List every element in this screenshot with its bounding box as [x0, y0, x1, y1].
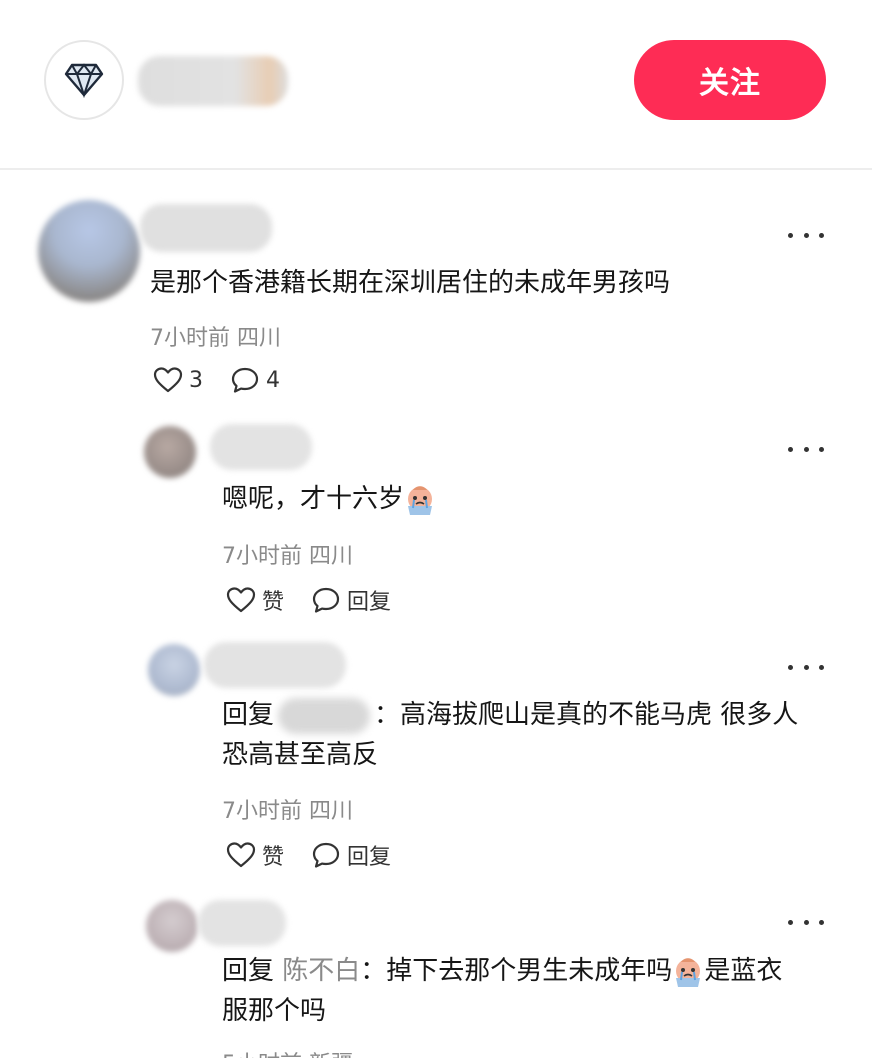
- follow-button[interactable]: 关注: [634, 40, 826, 120]
- reply-avatar[interactable]: [144, 426, 196, 478]
- reply-text-line2: 服那个吗: [222, 996, 327, 1026]
- reply-target-blurred: [278, 697, 371, 734]
- reply-avatar[interactable]: [148, 644, 200, 696]
- reply-location: 四川: [309, 799, 354, 824]
- comment-bubble-icon: [312, 842, 340, 868]
- reply-text-line2: 恐高甚至高反: [222, 740, 379, 770]
- reply-meta-partial: 5小时前 新疆: [222, 1046, 353, 1058]
- more-options-icon[interactable]: [788, 443, 824, 455]
- like-button[interactable]: 3: [153, 366, 203, 394]
- more-options-icon[interactable]: [788, 661, 824, 673]
- reply-count: 4: [266, 367, 280, 393]
- comment-text: 是那个香港籍长期在深圳居住的未成年男孩吗: [150, 268, 671, 298]
- reply-avatar[interactable]: [146, 900, 198, 952]
- heart-icon: [153, 367, 183, 393]
- author-name-blurred: [138, 56, 288, 106]
- reply-meta: 7小时前 四川: [222, 793, 353, 825]
- commenter-name-blurred: [140, 204, 272, 252]
- comment-bubble-icon: [231, 367, 259, 393]
- comment-time: 7小时前: [150, 326, 230, 351]
- reply-text: 回复 陈不白：掉下去那个男生未成年吗 是蓝衣: [222, 956, 783, 987]
- reply-location: 四川: [309, 544, 354, 569]
- diamond-icon: [64, 63, 104, 98]
- like-label: 赞: [262, 590, 285, 615]
- follow-label: 关注: [699, 66, 761, 101]
- author-avatar[interactable]: [44, 40, 124, 120]
- author-header: 关注: [0, 0, 872, 170]
- reply-label: 回复: [347, 845, 392, 870]
- reply-name-blurred: [210, 424, 312, 470]
- reply-text: 回复 ：高海拔爬山是真的不能马虎 很多人: [222, 694, 798, 736]
- reply-button[interactable]: 回复: [311, 584, 391, 616]
- reply-name-blurred: [204, 642, 346, 688]
- reply-meta: 7小时前 四川: [222, 538, 353, 570]
- commenter-avatar[interactable]: [38, 200, 140, 302]
- comment-bubble-icon: [312, 587, 340, 613]
- like-button[interactable]: 赞: [226, 839, 284, 871]
- reply-name-blurred: [198, 900, 286, 946]
- reply-time: 7小时前: [222, 544, 302, 569]
- more-options-icon[interactable]: [788, 229, 824, 241]
- reply-count-button[interactable]: 4: [230, 366, 280, 394]
- reply-time: 7小时前: [222, 799, 302, 824]
- like-count: 3: [189, 367, 203, 393]
- like-button[interactable]: 赞: [226, 584, 284, 616]
- crying-emoji-icon: [408, 485, 433, 515]
- reply-label: 回复: [347, 590, 392, 615]
- comment-meta: 7小时前 四川: [150, 320, 281, 352]
- comment-location: 四川: [237, 326, 282, 351]
- reply-target-name[interactable]: 陈不白: [282, 956, 360, 986]
- reply-button[interactable]: 回复: [311, 839, 391, 871]
- reply-text: 嗯呢，才十六岁: [222, 478, 436, 520]
- heart-icon: [226, 587, 256, 613]
- crying-emoji-icon: [676, 957, 701, 987]
- more-options-icon[interactable]: [788, 916, 824, 928]
- heart-icon: [226, 842, 256, 868]
- like-label: 赞: [262, 845, 285, 870]
